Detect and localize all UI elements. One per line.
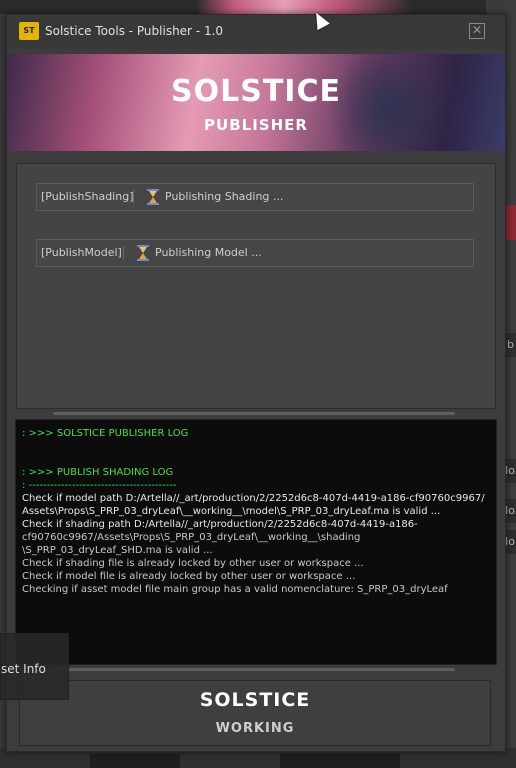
task-row-publish-model: [PublishModel] Publishing Model ... — [36, 239, 474, 267]
solstice-logo: SOLSTICE — [171, 74, 341, 109]
log-line: \S_PRP_03_dryLeaf_SHD.ma is valid ... — [22, 545, 213, 556]
log-line: Checking if asset model file main group … — [22, 584, 448, 595]
tasks-panel: [PublishShading] Publishing Shading ... … — [16, 163, 496, 409]
task-name: [PublishShading] — [41, 190, 134, 203]
title-bar[interactable]: ST Solstice Tools - Publisher - 1.0 ✕ — [7, 15, 505, 49]
window-title: Solstice Tools - Publisher - 1.0 — [45, 24, 224, 38]
status-footer: SOLSTICE WORKING — [19, 680, 491, 746]
working-status: WORKING — [215, 721, 295, 736]
task-name: [PublishModel] — [41, 246, 122, 259]
hourglass-icon — [147, 189, 159, 205]
task-status: Publishing Model ... — [155, 246, 262, 259]
splitter-handle[interactable] — [53, 412, 455, 415]
log-line: Check if model path D:/Artella//_art/pro… — [22, 493, 485, 504]
log-line: Check if model file is already locked by… — [22, 571, 356, 582]
solstice-footer-logo: SOLSTICE — [199, 689, 311, 711]
log-output[interactable]: : >>> SOLSTICE PUBLISHER LOG : >>> PUBLI… — [15, 419, 497, 665]
log-line: : --------------------------------------… — [22, 480, 177, 491]
background-block — [280, 754, 400, 768]
splitter-handle[interactable] — [53, 668, 455, 671]
publisher-banner: SOLSTICE PUBLISHER — [7, 54, 505, 151]
app-icon: ST — [19, 22, 39, 40]
close-button[interactable]: ✕ — [469, 23, 485, 39]
log-line: Check if shading file is already locked … — [22, 558, 364, 569]
hourglass-icon — [137, 245, 149, 261]
log-line: : >>> PUBLISH SHADING LOG — [22, 467, 174, 478]
task-separator — [123, 246, 124, 260]
banner-subtitle: PUBLISHER — [204, 116, 308, 134]
task-status: Publishing Shading ... — [165, 190, 284, 203]
asset-info-label: set Info — [1, 662, 46, 676]
log-line: Check if shading path D:/Artella//_art/p… — [22, 519, 418, 530]
log-line: cf90760c9967/Assets\Props\S_PRP_03_dryLe… — [22, 532, 361, 543]
publisher-window: ST Solstice Tools - Publisher - 1.0 ✕ SO… — [6, 14, 506, 752]
task-row-publish-shading: [PublishShading] Publishing Shading ... — [36, 183, 474, 211]
task-separator — [133, 190, 134, 204]
log-line: : >>> SOLSTICE PUBLISHER LOG — [22, 428, 189, 439]
background-desktop-top — [0, 0, 516, 14]
background-asset-info-panel: set Info — [0, 633, 69, 700]
log-line: Assets\Props\S_PRP_03_dryLeaf\__working_… — [22, 506, 441, 517]
background-block — [90, 754, 180, 768]
